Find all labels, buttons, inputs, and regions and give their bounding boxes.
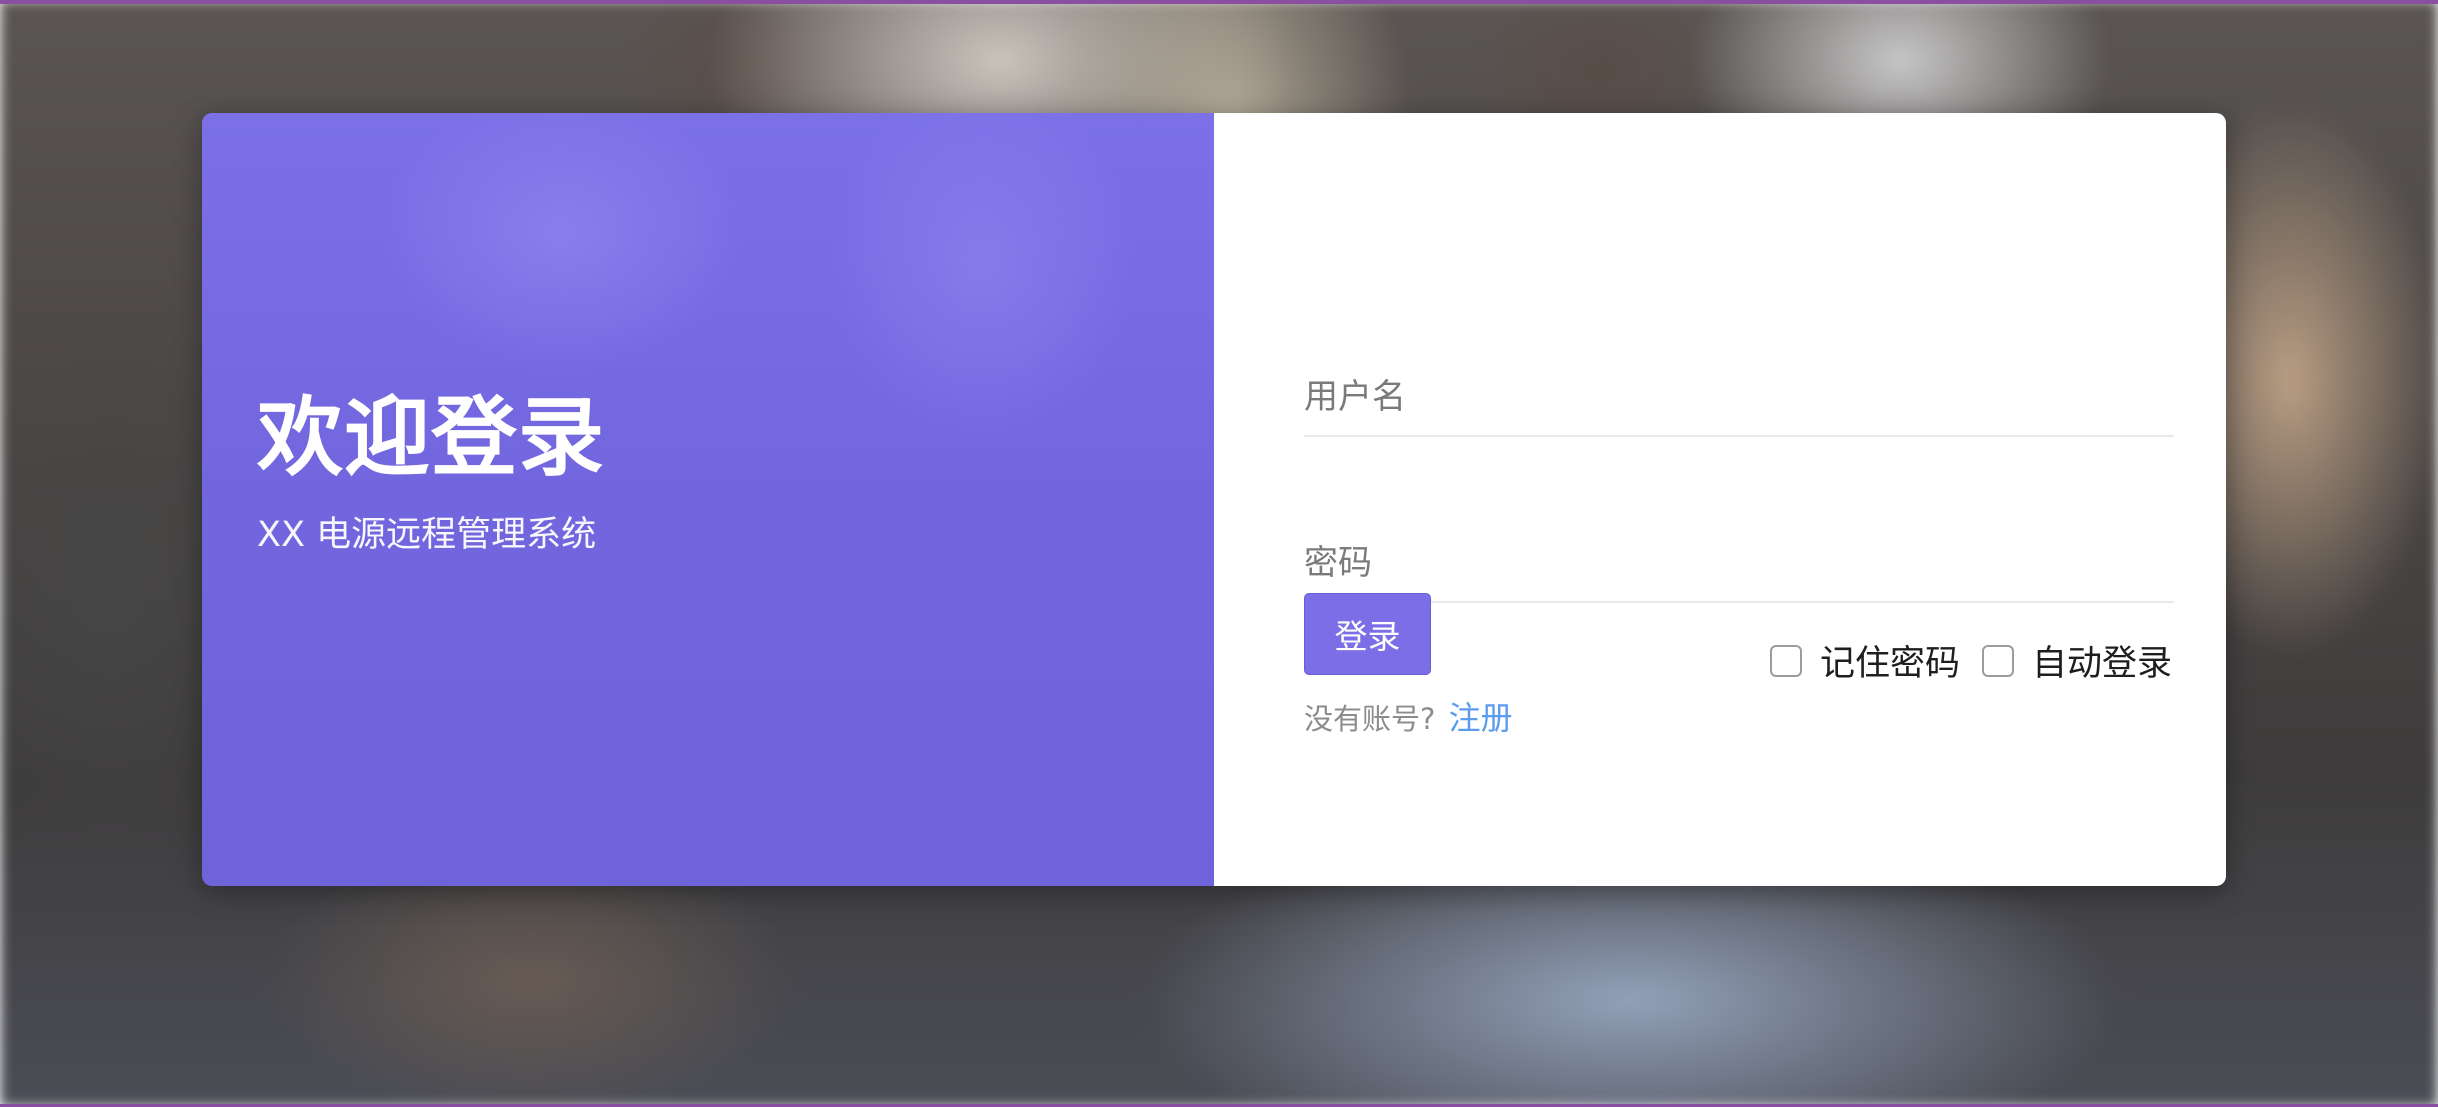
auto-login-label: 自动登录 xyxy=(2031,644,2172,684)
login-options: 记住密码 自动登录 xyxy=(1769,635,2172,686)
login-button[interactable]: 登录 xyxy=(1304,593,1431,675)
remember-password-option[interactable]: 记住密码 xyxy=(1769,635,1960,686)
auto-login-option[interactable]: 自动登录 xyxy=(1981,635,2172,686)
login-card: 欢迎登录 XX 电源远程管理系统 登录 记住密码 自动登录 没有账号? 注册 xyxy=(202,113,2226,886)
password-input[interactable] xyxy=(1304,525,2174,603)
remember-password-checkbox[interactable] xyxy=(1769,644,1802,677)
welcome-title: 欢迎登录 xyxy=(257,388,605,488)
register-link[interactable]: 注册 xyxy=(1449,699,1513,737)
auto-login-checkbox[interactable] xyxy=(1981,644,2014,677)
login-form-panel: 登录 记住密码 自动登录 没有账号? 注册 xyxy=(1214,113,2226,886)
username-input[interactable] xyxy=(1304,359,2174,437)
system-name: XX 电源远程管理系统 xyxy=(257,515,597,555)
window-top-border xyxy=(0,0,2438,4)
remember-password-label: 记住密码 xyxy=(1819,644,1960,684)
register-prompt: 没有账号? 注册 xyxy=(1304,693,1513,739)
no-account-text: 没有账号? xyxy=(1304,702,1436,736)
welcome-panel: 欢迎登录 XX 电源远程管理系统 xyxy=(202,113,1214,886)
